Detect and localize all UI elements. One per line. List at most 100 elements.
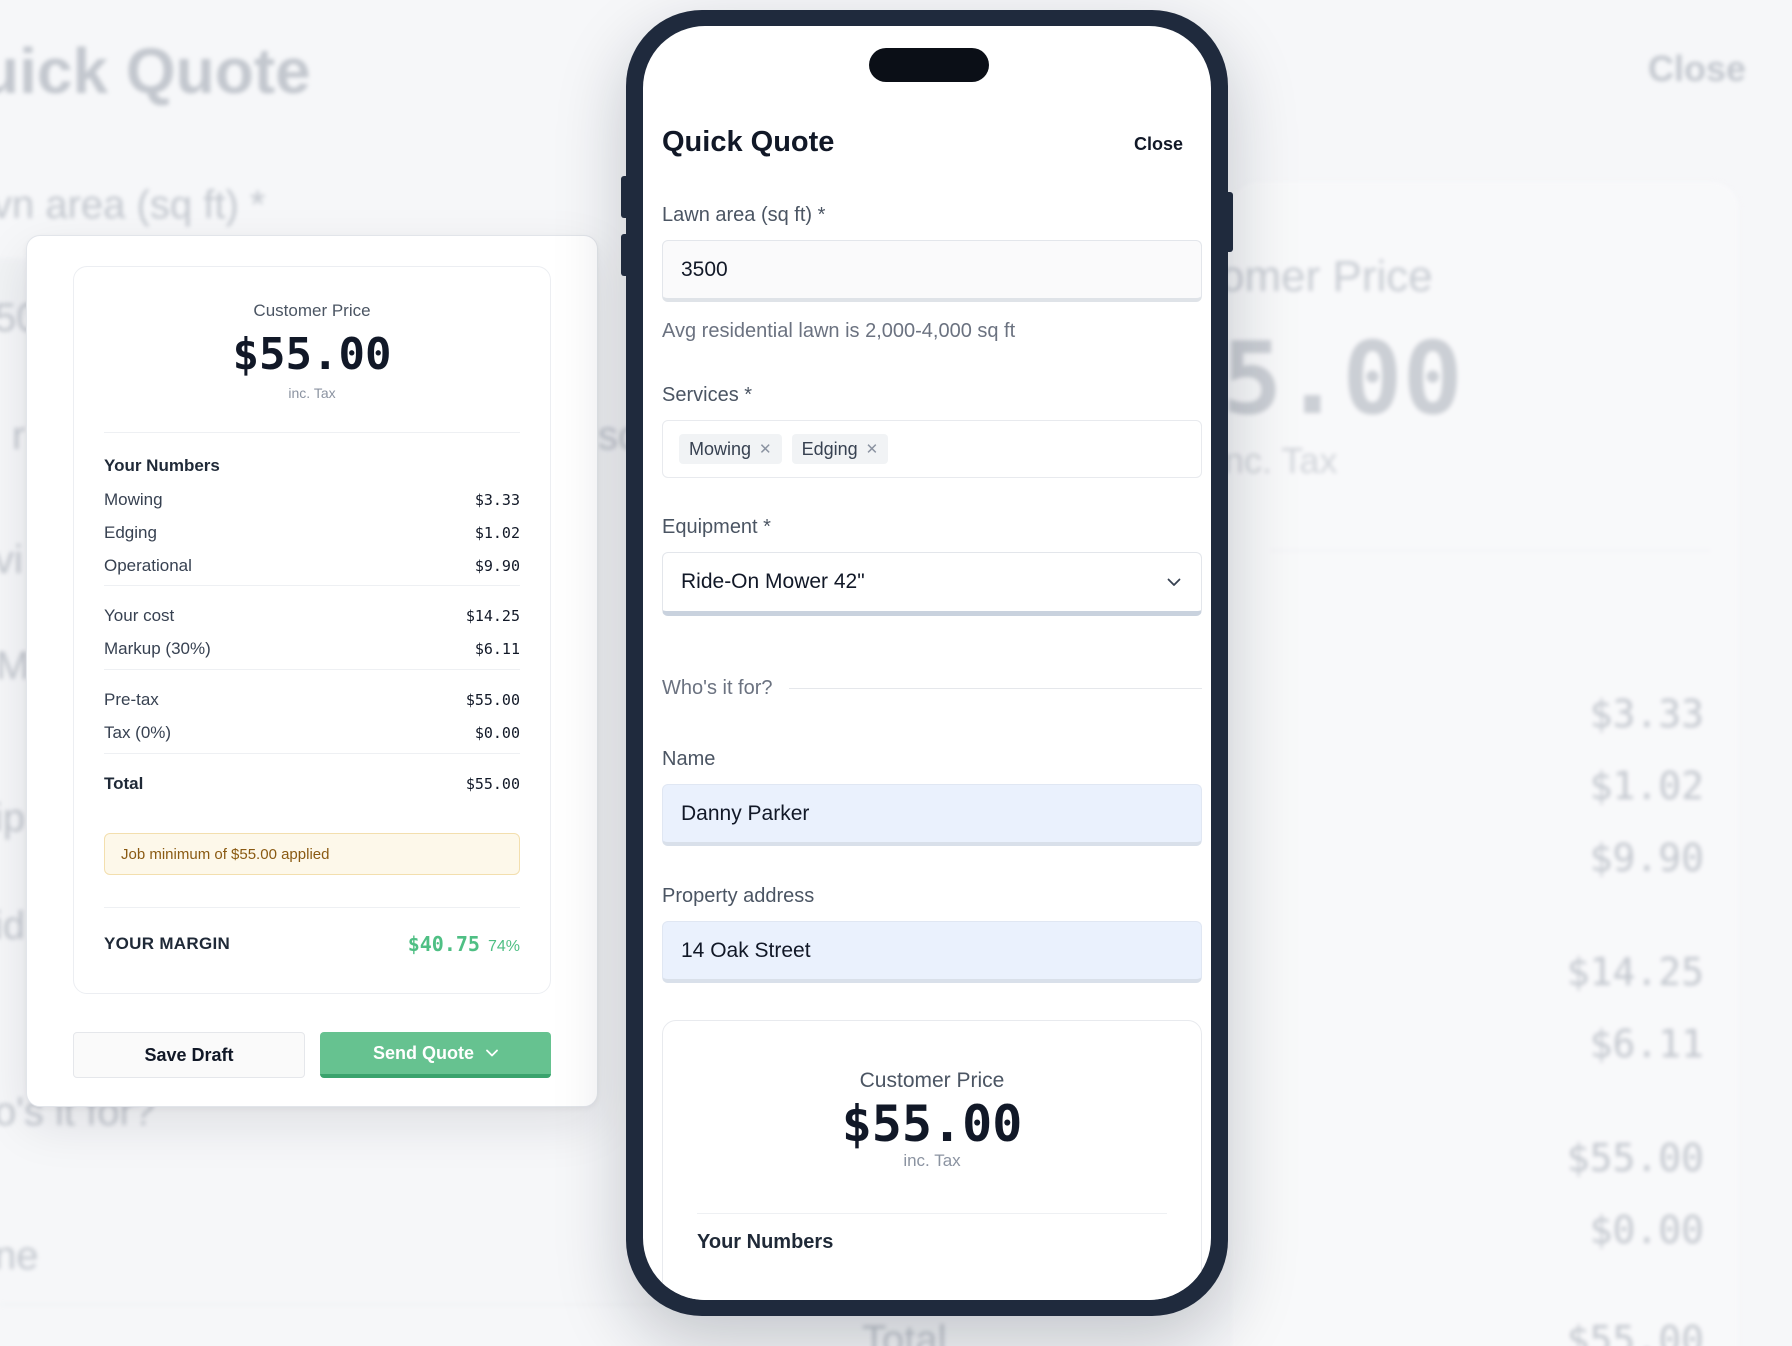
markup-label: Markup (30%) (104, 638, 211, 658)
your-numbers-title: Your Numbers (104, 456, 220, 475)
background-value: $6.11 (1589, 1022, 1704, 1066)
phone-screen: Quick Quote Close Lawn area (sq ft) * 35… (643, 26, 1211, 1300)
divider (697, 1213, 1167, 1214)
background-value: $3.33 (1589, 692, 1704, 736)
divider (104, 585, 520, 586)
service-chip-mowing[interactable]: Mowing ✕ (679, 434, 782, 464)
background-card (1230, 180, 1740, 1346)
quote-breakdown-panel: Customer Price $55.00 inc. Tax Your Numb… (26, 235, 598, 1107)
background-fragment: id (0, 904, 26, 948)
divider (104, 432, 520, 433)
save-draft-button[interactable]: Save Draft (73, 1032, 305, 1078)
chip-label: Mowing (689, 438, 752, 459)
background-big-price: 5.00 (1222, 320, 1463, 437)
equipment-select[interactable]: Ride-On Mower 42" (662, 552, 1202, 616)
job-minimum-notice: Job minimum of $55.00 applied (104, 833, 520, 875)
chevron-down-icon (486, 1049, 498, 1057)
line-item-label: Edging (104, 522, 157, 542)
who-label: Who's it for? (662, 677, 773, 699)
cost-label: Your cost (104, 605, 175, 625)
chip-label: Edging (801, 438, 858, 459)
tax-section: Pre-tax $55.00 Tax (0%) $0.00 (104, 683, 520, 749)
property-address-label: Property address (662, 885, 815, 907)
line-item-value: $3.33 (474, 490, 520, 509)
background-close: Close (1648, 48, 1747, 89)
cost-value: $14.25 (465, 606, 520, 625)
line-item-label: Mowing (104, 489, 163, 509)
background-lawn-label: vn area (sq ft) * (0, 183, 266, 227)
total-section: Total $55.00 (104, 767, 520, 800)
background-fragment: M (0, 644, 30, 688)
pretax-value: $55.00 (465, 690, 520, 709)
background-total-label: Total (862, 1318, 947, 1346)
name-input[interactable]: Danny Parker (662, 784, 1202, 846)
margin-figure: $40.75 74% (408, 932, 520, 956)
divider (104, 753, 520, 754)
phone-frame: Quick Quote Close Lawn area (sq ft) * 35… (621, 10, 1233, 1316)
send-quote-label: Send Quote (372, 1042, 474, 1063)
equipment-label: Equipment * (662, 516, 771, 538)
markup-value: $6.11 (474, 639, 520, 658)
background-value: $0.00 (1589, 1208, 1704, 1252)
phone-price-card: Customer Price $55.00 inc. Tax Your Numb… (662, 1020, 1202, 1300)
background-total-value: $55.00 (1566, 1318, 1704, 1346)
divider (104, 907, 520, 908)
line-item-row: Operational $9.90 (104, 549, 520, 582)
pretax-row: Pre-tax $55.00 (104, 683, 520, 716)
cost-row: Your cost $14.25 (104, 599, 520, 632)
services-label: Services * (662, 384, 753, 406)
pretax-label: Pre-tax (104, 689, 159, 709)
lawn-area-input[interactable]: 3500 (662, 240, 1202, 302)
lawn-area-label: Lawn area (sq ft) * (662, 204, 826, 226)
phone-side-button (621, 176, 629, 218)
name-label: Name (662, 748, 716, 770)
chevron-down-icon (1167, 578, 1181, 586)
background-value: $14.25 (1566, 950, 1704, 994)
price-breakdown-card: Customer Price $55.00 inc. Tax Your Numb… (73, 266, 551, 994)
line-item-row: Mowing $3.33 (104, 483, 520, 516)
background-title: uick Quote (0, 35, 311, 107)
service-chip-edging[interactable]: Edging ✕ (791, 434, 889, 464)
margin-label: YOUR MARGIN (104, 934, 231, 953)
phone-side-button (621, 234, 629, 276)
who-section-divider: Who's it for? (662, 677, 1202, 700)
background-fragment: ne (0, 1234, 39, 1278)
inc-tax-label: inc. Tax (288, 385, 336, 401)
customer-price-label: Customer Price (859, 1069, 1005, 1092)
total-label: Total (104, 773, 144, 793)
line-item-label: Operational (104, 555, 192, 575)
background-value: $9.90 (1589, 836, 1704, 880)
total-row: Total $55.00 (104, 767, 520, 800)
background-fragment: vi (0, 538, 23, 582)
services-multiselect[interactable]: Mowing ✕ Edging ✕ (662, 420, 1202, 478)
customer-price-label: Customer Price (253, 301, 371, 320)
close-icon[interactable]: ✕ (759, 440, 772, 458)
background-value: $55.00 (1566, 1136, 1704, 1180)
markup-row: Markup (30%) $6.11 (104, 632, 520, 665)
line-item-value: $1.02 (474, 523, 520, 542)
tax-label: Tax (0%) (104, 722, 172, 742)
divider (104, 669, 520, 670)
margin-percent: 74% (487, 938, 520, 955)
tax-value: $0.00 (474, 723, 520, 742)
cost-section: Your cost $14.25 Markup (30%) $6.11 (104, 599, 520, 665)
customer-price-value: $55.00 (232, 329, 392, 380)
your-numbers-title: Your Numbers (697, 1231, 834, 1253)
line-item-row: Edging $1.02 (104, 516, 520, 549)
equipment-value: Ride-On Mower 42" (681, 570, 865, 593)
send-quote-button[interactable]: Send Quote (320, 1032, 551, 1078)
background-value: $1.02 (1589, 764, 1704, 808)
background-fragment: r (12, 414, 26, 458)
close-icon[interactable]: ✕ (866, 440, 879, 458)
inc-tax-label: inc. Tax (903, 1151, 961, 1170)
divider-line (788, 688, 1202, 689)
quick-quote-title: Quick Quote (662, 126, 835, 158)
close-button[interactable]: Close (1134, 134, 1183, 155)
customer-price-value: $55.00 (841, 1095, 1023, 1153)
lawn-area-help: Avg residential lawn is 2,000-4,000 sq f… (662, 320, 1016, 342)
property-address-input[interactable]: 14 Oak Street (662, 921, 1202, 983)
line-item-value: $9.90 (474, 556, 520, 575)
margin-value: $40.75 (407, 932, 480, 956)
background-customer-price: omer Price (1220, 252, 1433, 301)
total-value: $55.00 (465, 774, 520, 793)
